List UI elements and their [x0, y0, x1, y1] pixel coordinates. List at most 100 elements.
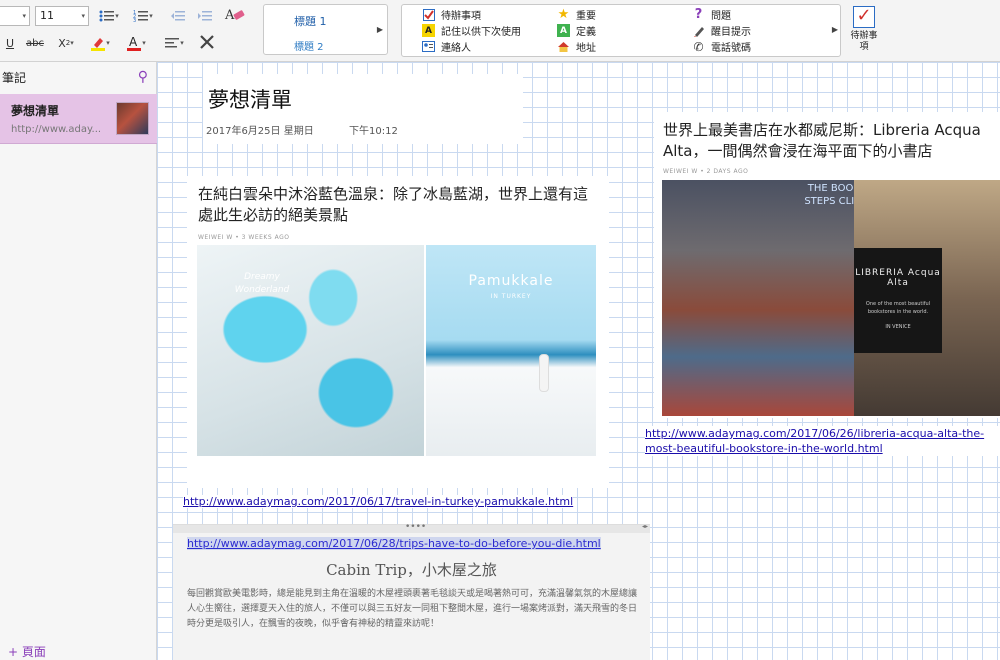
note-list-item[interactable]: 夢想清單 http://www.aday... [0, 94, 157, 144]
question-icon: ? [694, 7, 703, 22]
todo-tag-button[interactable]: ✓ 待辦事項 [848, 6, 880, 58]
article-link-libreria[interactable]: http://www.adaymag.com/2017/06/26/librer… [645, 426, 1000, 456]
tag-remember[interactable]: A 記住以供下次使用 [422, 23, 521, 38]
strikethrough-button[interactable]: abc [24, 33, 46, 53]
article-title: 世界上最美書店在水都威尼斯：Libreria Acqua Alta，一間偶然會浸… [663, 121, 981, 160]
numbered-list-icon: 123 [133, 10, 149, 23]
article-link-pamukkale[interactable]: http://www.adaymag.com/2017/06/17/travel… [183, 495, 574, 508]
libreria-sign: LIBRERIA Acqua Alta One of the most beau… [854, 248, 942, 353]
subscript-button[interactable]: X 2 ▾ [52, 33, 80, 53]
increase-indent-button[interactable] [193, 6, 217, 26]
tag-definition[interactable]: A 定義 [557, 23, 596, 38]
search-icon[interactable]: ⚲ [138, 69, 148, 85]
tag-label: 連絡人 [441, 43, 471, 54]
sign-subtitle: One of the most beautiful bookstores in … [865, 301, 931, 315]
highlighter-icon [692, 24, 705, 37]
font-size-box[interactable]: 11 ▾ [35, 6, 89, 26]
styles-more-arrow-icon[interactable]: ▶ [377, 25, 383, 34]
image-caption: Dreamy Wonderland [234, 272, 290, 295]
page-time: 下午10:12 [349, 126, 398, 137]
tag-label: 重要 [576, 11, 596, 22]
sidebar-title: 筆記 [2, 70, 27, 85]
format-group: ▾ 11 ▾ ▾ 1 2 3 ▾ A U abc X 2 ▾ ▾ A ▾ ▾ [0, 0, 255, 62]
resize-arrows-icon[interactable]: ◂▸ [642, 523, 648, 530]
align-left-icon [165, 38, 180, 48]
tag-important[interactable]: ★ 重要 [557, 7, 596, 22]
tag-label: 問題 [711, 11, 731, 22]
drag-handle-icon[interactable]: •••• [405, 522, 426, 532]
page-title[interactable]: 夢想清單 [208, 84, 292, 114]
house-icon [557, 40, 570, 53]
style-heading1[interactable]: 標題 1 [294, 13, 327, 29]
page-date: 2017年6月25日 星期日 [206, 126, 314, 137]
cabin-trip-body: 每回觀賞歐美電影時，總是能見到主角在溫暖的木屋裡頭裹著毛毯談天或是喝著熱可可，充… [187, 589, 638, 629]
tag-label: 電話號碼 [711, 43, 751, 54]
tag-label: 地址 [576, 43, 596, 54]
decrease-indent-icon [171, 11, 185, 21]
x-icon [200, 35, 214, 49]
tags-more-arrow-icon[interactable]: ▶ [832, 25, 838, 34]
image-caption: IN TURKEY [490, 293, 532, 300]
todo-label: 待辦事項 [850, 31, 878, 52]
letter-a-yellow-icon: A [422, 24, 435, 37]
styles-gallery: 標題 1 標題 2 ▶ [263, 4, 388, 55]
woman-figure [540, 355, 548, 391]
note-thumbnail [116, 102, 149, 135]
container-drag-bar[interactable]: •••• ◂▸ [173, 522, 650, 533]
bullet-list-icon [99, 10, 115, 22]
article-card-pamukkale[interactable]: 在純白雲朵中沐浴藍色溫泉：除了冰島藍湖，世界上還有這處此生必訪的絕美景點 WEI… [187, 176, 609, 488]
article-meta: WEIWEI W • 2 DAYS AGO [663, 168, 749, 175]
letter-a-green-icon: A [557, 24, 570, 37]
note-item-preview: http://www.aday... [11, 124, 102, 135]
svg-text:A: A [129, 35, 138, 49]
article-title: 在純白雲朵中沐浴藍色溫泉：除了冰島藍湖，世界上還有這處此生必訪的絕美景點 [198, 185, 589, 224]
svg-text:3: 3 [133, 18, 136, 23]
align-button[interactable]: ▾ [158, 33, 190, 53]
svg-text:A: A [224, 8, 235, 23]
numbered-list-button[interactable]: 1 2 3 ▾ [128, 6, 158, 26]
tag-highlight[interactable]: 醒目提示 [692, 23, 751, 38]
font-color-icon: A [127, 35, 142, 51]
font-color-button[interactable]: A ▾ [120, 33, 152, 53]
cabin-trip-title: Cabin Trip，小木屋之旅 [326, 561, 497, 579]
tag-address[interactable]: 地址 [557, 39, 596, 54]
add-page-button[interactable]: + 頁面 [8, 643, 46, 660]
phone-icon: ✆ [693, 39, 704, 54]
note-item-title: 夢想清單 [11, 104, 60, 118]
style-heading2[interactable]: 標題 2 [294, 38, 324, 53]
sign-location: IN VENICE [885, 324, 911, 330]
tag-contact[interactable]: 連絡人 [422, 39, 471, 54]
tag-label: 定義 [576, 27, 596, 38]
todo-checkbox-icon: ✓ [853, 6, 875, 28]
contact-card-icon [422, 40, 435, 53]
bullet-list-button[interactable]: ▾ [94, 6, 124, 26]
image-caption: Pamukkale [468, 273, 554, 289]
tag-question[interactable]: ? 問題 [692, 7, 731, 22]
bookstore-interior-image: LIBRERIA Acqua Alta One of the most beau… [854, 180, 1000, 416]
delete-button[interactable] [196, 32, 218, 52]
increase-indent-icon [198, 11, 212, 21]
note-page[interactable]: 夢想清單 2017年6月25日 星期日 下午10:12 在純白雲朵中沐浴藍色溫泉… [157, 62, 1000, 660]
title-area: 夢想清單 2017年6月25日 星期日 下午10:12 [203, 74, 523, 144]
underline-button[interactable]: U [2, 33, 18, 53]
highlighter-color-icon [91, 38, 106, 51]
tag-phone[interactable]: ✆ 電話號碼 [692, 39, 751, 55]
cabin-trip-container[interactable]: •••• ◂▸ http://www.adaymag.com/2017/06/2… [173, 522, 650, 660]
article-meta: WEIWEI W • 3 WEEKS AGO [198, 234, 290, 241]
ribbon: ▾ 11 ▾ ▾ 1 2 3 ▾ A U abc X 2 ▾ ▾ A ▾ ▾ 標… [0, 0, 1000, 62]
notes-sidebar: 筆記 ⚲ 夢想清單 http://www.aday... + 頁面 [0, 62, 157, 660]
font-name-box[interactable]: ▾ [0, 6, 30, 26]
eraser-icon: A [224, 8, 245, 23]
decrease-indent-button[interactable] [166, 6, 190, 26]
highlight-color-button[interactable]: ▾ [84, 33, 116, 53]
tag-todo[interactable]: 待辦事項 [422, 7, 481, 22]
clear-formatting-button[interactable]: A [222, 4, 248, 24]
font-size-value: 11 [40, 9, 54, 22]
tag-label: 記住以供下次使用 [441, 27, 521, 38]
article-card-libreria[interactable]: 世界上最美書店在水都威尼斯：Libreria Acqua Alta，一間偶然會浸… [654, 112, 1000, 418]
pamukkale-terraces-image: Dreamy Wonderland [197, 245, 424, 456]
pamukkale-woman-image: Pamukkale IN TURKEY [426, 245, 596, 456]
star-icon: ★ [557, 7, 570, 22]
checkbox-icon [422, 8, 435, 21]
cabin-trip-link[interactable]: http://www.adaymag.com/2017/06/28/trips-… [187, 537, 601, 550]
